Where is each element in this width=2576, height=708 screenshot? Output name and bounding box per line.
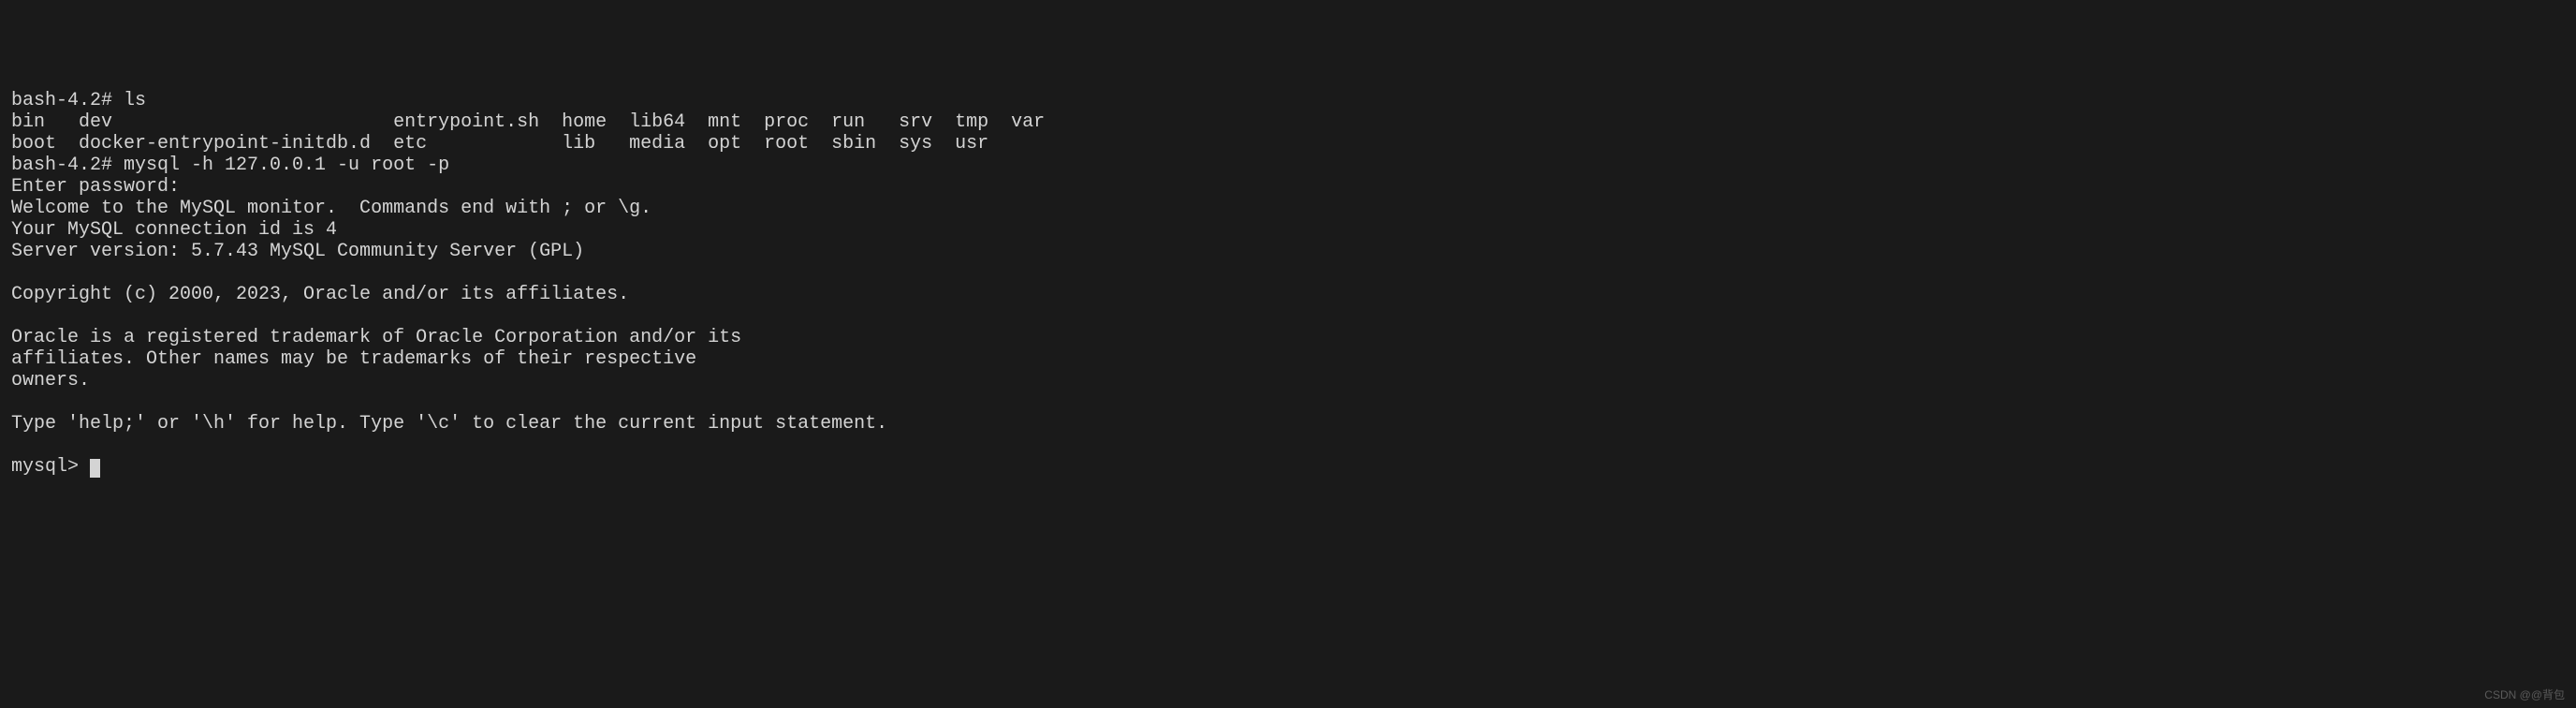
mysql-welcome: Welcome to the MySQL monitor. Commands e… (11, 198, 651, 219)
watermark: CSDN @@背包 (2484, 689, 2565, 702)
mysql-prompt: mysql> (11, 456, 90, 478)
terminal-output[interactable]: bash-4.2# ls bin dev entrypoint.sh home … (11, 90, 2565, 478)
mysql-server-version: Server version: 5.7.43 MySQL Community S… (11, 241, 584, 262)
terminal-cursor (90, 459, 100, 478)
prompt-line: bash-4.2# mysql -h 127.0.0.1 -u root -p (11, 155, 449, 176)
mysql-connection-id: Your MySQL connection id is 4 (11, 219, 337, 241)
mysql-help-hint: Type 'help;' or '\h' for help. Type '\c'… (11, 413, 887, 435)
password-prompt: Enter password: (11, 176, 191, 198)
mysql-copyright: Copyright (c) 2000, 2023, Oracle and/or … (11, 284, 629, 305)
ls-output-line: boot docker-entrypoint-initdb.d etc lib … (11, 133, 988, 155)
prompt-line: bash-4.2# ls (11, 90, 146, 111)
mysql-trademark: owners. (11, 370, 90, 391)
mysql-trademark: affiliates. Other names may be trademark… (11, 348, 696, 370)
mysql-trademark: Oracle is a registered trademark of Orac… (11, 327, 741, 348)
ls-output-line: bin dev entrypoint.sh home lib64 mnt pro… (11, 111, 1045, 133)
